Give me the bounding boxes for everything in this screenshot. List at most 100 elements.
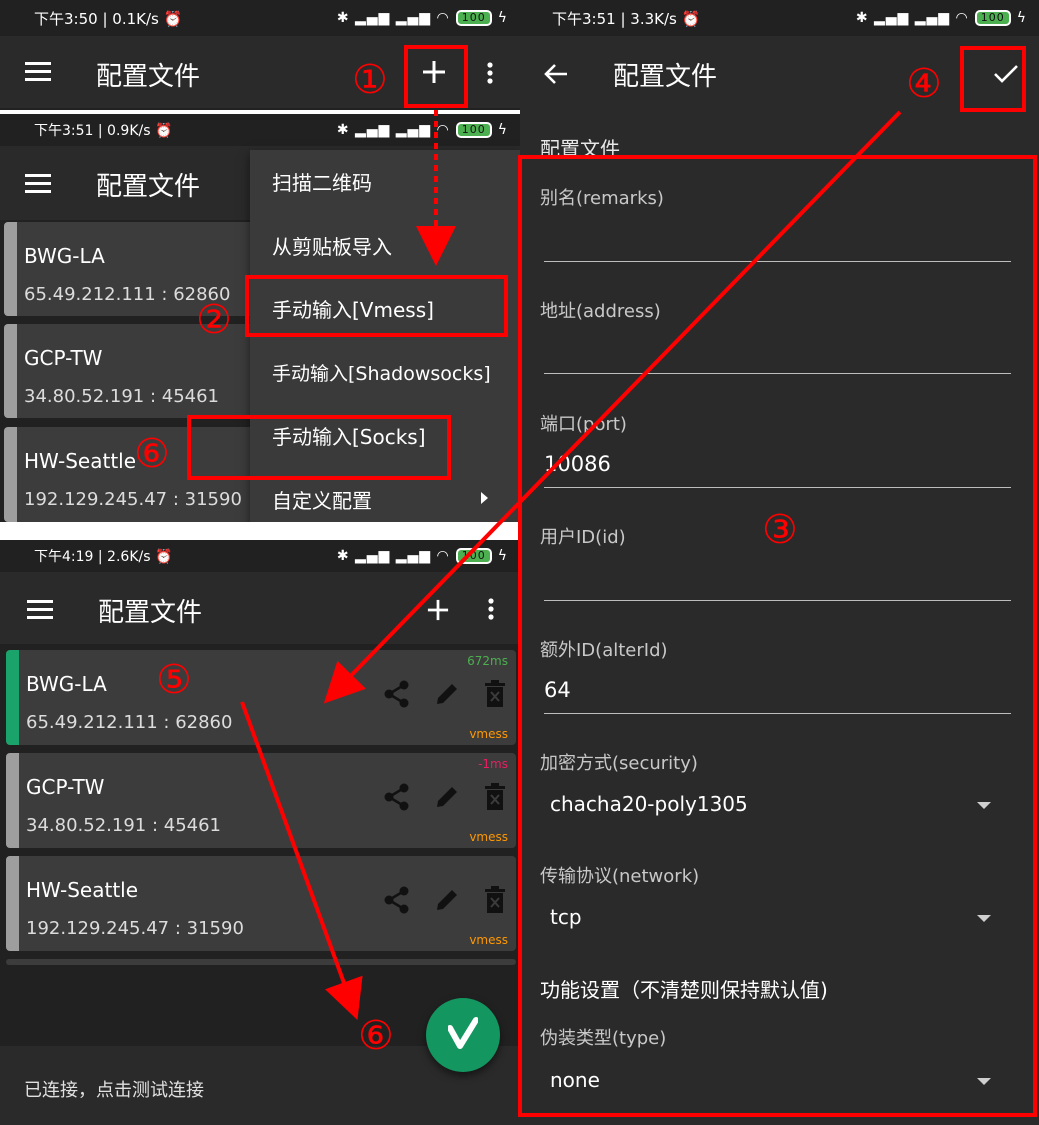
security-label: 加密方式(security): [540, 753, 698, 774]
type-select[interactable]: none: [520, 1058, 1039, 1104]
add-icon[interactable]: [424, 596, 452, 624]
server-name: HW-Seattle: [24, 449, 137, 473]
toolbar: 配置文件: [0, 572, 520, 644]
alterid-input[interactable]: 64: [544, 666, 1011, 714]
toolbar: 配置文件: [0, 36, 520, 108]
page-title: 配置文件: [98, 598, 203, 628]
server-name: BWG-LA: [24, 244, 105, 268]
card-indicator: [4, 427, 17, 522]
menu-icon[interactable]: [24, 58, 52, 86]
battery-icon: 100: [974, 10, 1011, 26]
dropdown-arrow-icon: [977, 915, 991, 922]
status-bar: 下午3:50 | 0.1K/s ⏰ ✱ ▂▄▆ ▂▄▆ ◠ 100 ϟ: [0, 0, 520, 36]
server-card[interactable]: BWG-LA 65.49.212.111 : 62860: [4, 222, 264, 316]
server-name: HW-Seattle: [26, 878, 139, 902]
server-name: GCP-TW: [26, 775, 105, 799]
delete-icon[interactable]: [484, 680, 506, 708]
left-panel-top: 下午3:50 | 0.1K/s ⏰ ✱ ▂▄▆ ▂▄▆ ◠ 100 ϟ 配置文件: [0, 0, 520, 110]
battery-icon: 100: [455, 548, 492, 564]
remarks-label: 别名(remarks): [540, 188, 664, 209]
menu-item-manual-vmess[interactable]: 手动输入[Vmess]: [250, 277, 520, 341]
remarks-input[interactable]: [544, 214, 1011, 262]
port-label: 端口(port): [540, 414, 627, 435]
more-options-icon[interactable]: [480, 60, 500, 86]
address-label: 地址(address): [540, 301, 661, 322]
network-value: tcp: [550, 905, 582, 929]
edit-icon[interactable]: [434, 886, 460, 914]
menu-item-custom-config[interactable]: 自定义配置: [250, 468, 520, 523]
card-actions: [384, 886, 506, 914]
server-card[interactable]: HW-Seattle 192.129.245.47 : 31590 vmess: [6, 856, 516, 951]
server-address: 65.49.212.111 : 62860: [26, 712, 233, 733]
server-address: 65.49.212.111 : 62860: [24, 284, 231, 305]
status-bar: 下午3:51 | 3.3K/s ⏰ ✱ ▂▄▆ ▂▄▆ ◠ 100 ϟ: [520, 0, 1039, 36]
toolbar: 配置文件: [520, 36, 1039, 108]
check-icon[interactable]: [992, 60, 1020, 88]
server-card-partial[interactable]: [6, 959, 516, 965]
port-input[interactable]: 10086: [544, 440, 1011, 488]
menu-item-manual-socks[interactable]: 手动输入[Socks]: [250, 404, 520, 468]
alterid-underline: [544, 713, 1011, 714]
card-indicator: [4, 324, 17, 418]
server-card[interactable]: HW-Seattle 192.129.245.47 : 31590: [4, 427, 264, 522]
share-icon[interactable]: [384, 783, 410, 811]
menu-item-scan-qr[interactable]: 扫描二维码: [250, 150, 520, 214]
connection-status: 已连接，点击测试连接: [24, 1080, 204, 1101]
chevron-right-icon: [481, 491, 488, 504]
dropdown-arrow-icon: [977, 802, 991, 809]
menu-icon[interactable]: [26, 596, 54, 624]
protocol-tag: vmess: [469, 933, 508, 947]
ping-value: -1ms: [478, 757, 508, 771]
menu-item-manual-shadowsocks[interactable]: 手动输入[Shadowsocks]: [250, 341, 520, 405]
card-indicator: [4, 222, 17, 316]
delete-icon[interactable]: [484, 783, 506, 811]
menu-icon[interactable]: [24, 170, 52, 198]
network-label: 传输协议(network): [540, 866, 700, 887]
alterid-value: 64: [544, 678, 571, 702]
id-underline: [544, 600, 1011, 601]
network-select[interactable]: tcp: [520, 895, 1039, 941]
server-address: 192.129.245.47 : 31590: [24, 489, 242, 510]
id-label: 用户ID(id): [540, 527, 626, 548]
connect-fab[interactable]: [426, 998, 500, 1072]
status-bar: 下午3:51 | 0.9K/s ⏰ ✱ ▂▄▆ ▂▄▆ ◠ 100 ϟ: [0, 114, 520, 146]
card-actions: [384, 680, 506, 708]
edit-icon[interactable]: [434, 680, 460, 708]
security-select[interactable]: chacha20-poly1305: [520, 782, 1039, 828]
menu-item-label: 自定义配置: [272, 488, 372, 513]
page-title: 配置文件: [613, 62, 718, 92]
server-card[interactable]: GCP-TW 34.80.52.191 : 45461 -1ms vmess: [6, 753, 516, 848]
back-arrow-icon[interactable]: [542, 60, 570, 88]
security-value: chacha20-poly1305: [550, 792, 748, 816]
edit-icon[interactable]: [434, 783, 460, 811]
server-card[interactable]: BWG-LA 65.49.212.111 : 62860 672ms vmess: [6, 650, 516, 745]
add-icon[interactable]: [420, 58, 448, 86]
protocol-tag: vmess: [469, 830, 508, 844]
delete-icon[interactable]: [484, 886, 506, 914]
share-icon[interactable]: [384, 886, 410, 914]
ping-value: 672ms: [467, 654, 508, 668]
more-options-icon[interactable]: [481, 596, 501, 622]
id-input[interactable]: [544, 553, 1011, 601]
status-time: 下午3:51 | 0.9K/s ⏰: [34, 123, 173, 139]
page-title: 配置文件: [96, 172, 201, 202]
left-panel-middle: 下午3:51 | 0.9K/s ⏰ ✱ ▂▄▆ ▂▄▆ ◠ 100 ϟ 配置文件…: [0, 114, 520, 522]
port-value: 10086: [544, 452, 611, 476]
add-menu: 扫描二维码 从剪贴板导入 手动输入[Vmess] 手动输入[Shadowsock…: [250, 150, 520, 522]
left-panel-bottom: 下午4:19 | 2.6K/s ⏰ ✱ ▂▄▆ ▂▄▆ ◠ 100 ϟ 配置文件…: [0, 540, 520, 1125]
protocol-tag: vmess: [469, 727, 508, 741]
active-indicator: [6, 650, 19, 745]
share-icon[interactable]: [384, 680, 410, 708]
server-name: GCP-TW: [24, 346, 103, 370]
remarks-underline: [544, 261, 1011, 262]
server-card[interactable]: GCP-TW 34.80.52.191 : 45461: [4, 324, 264, 418]
battery-icon: 100: [455, 10, 492, 26]
dropdown-arrow-icon: [977, 1078, 991, 1085]
menu-item-import-clipboard[interactable]: 从剪贴板导入: [250, 214, 520, 278]
address-input[interactable]: [544, 327, 1011, 375]
right-panel-editor: 下午3:51 | 3.3K/s ⏰ ✱ ▂▄▆ ▂▄▆ ◠ 100 ϟ 配置文件…: [520, 0, 1039, 1125]
status-time: 下午4:19 | 2.6K/s ⏰: [34, 549, 173, 565]
system-icons: ✱ ▂▄▆ ▂▄▆ ◠ 100 ϟ: [855, 10, 1027, 26]
type-value: none: [550, 1068, 600, 1092]
alterid-label: 额外ID(alterId): [540, 640, 668, 661]
